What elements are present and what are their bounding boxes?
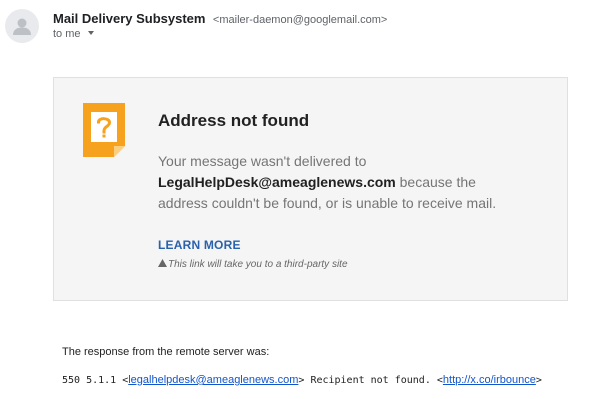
bounce-info-link[interactable]: http://x.co/irbounce (443, 374, 536, 386)
learn-more-link[interactable]: LEARN MORE (158, 238, 241, 252)
response-intro: The response from the remote server was: (62, 346, 270, 358)
question-note-icon (83, 103, 125, 157)
recipient-details-toggle[interactable]: to me (53, 28, 94, 40)
recipient-email-link[interactable]: legalhelpdesk@ameaglenews.com (128, 374, 298, 386)
delivery-failure-card: Address not found Your message wasn't de… (53, 77, 568, 301)
sender-line: Mail Delivery Subsystem <mailer-daemon@g… (53, 10, 387, 28)
default-avatar-icon (13, 18, 31, 35)
sender-name[interactable]: Mail Delivery Subsystem (53, 11, 205, 26)
alert-message: Your message wasn't delivered to LegalHe… (158, 151, 528, 214)
warning-icon (158, 259, 167, 267)
chevron-down-icon[interactable] (87, 31, 94, 36)
sender-email: <mailer-daemon@googlemail.com> (212, 14, 388, 26)
response-status: Recipient not found. (310, 375, 431, 386)
message-prefix: Your message wasn't delivered to (158, 153, 367, 169)
undeliverable-address: LegalHelpDesk@ameaglenews.com (158, 174, 396, 190)
server-response: 550 5.1.1 <legalhelpdesk@ameaglenews.com… (62, 374, 542, 386)
third-party-text: This link will take you to a third-party… (168, 259, 348, 270)
recipient-label: to me (53, 28, 81, 40)
response-code: 550 5.1.1 (62, 375, 117, 386)
alert-title: Address not found (158, 111, 310, 130)
sender-avatar[interactable] (5, 9, 39, 43)
third-party-note: This link will take you to a third-party… (158, 259, 348, 270)
